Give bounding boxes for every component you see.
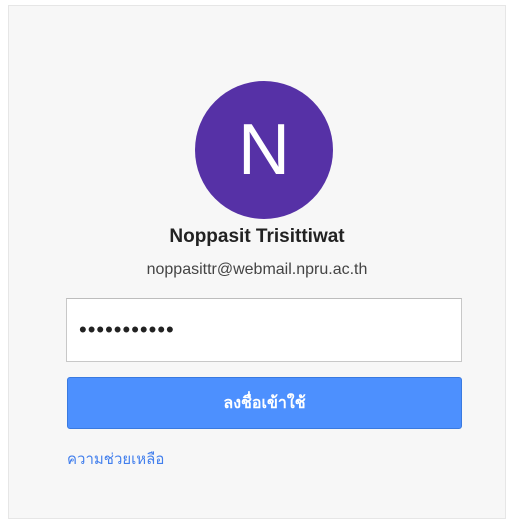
signin-card: N Noppasit Trisittiwat noppasittr@webmai…: [8, 5, 506, 519]
avatar: N: [195, 81, 333, 219]
signin-button[interactable]: ลงชื่อเข้าใช้: [67, 377, 462, 429]
password-input[interactable]: [66, 298, 462, 362]
help-link[interactable]: ความช่วยเหลือ: [67, 447, 164, 471]
account-email: noppasittr@webmail.npru.ac.th: [146, 261, 368, 278]
account-name: Noppasit Trisittiwat: [169, 226, 345, 247]
avatar-letter: N: [238, 110, 290, 190]
